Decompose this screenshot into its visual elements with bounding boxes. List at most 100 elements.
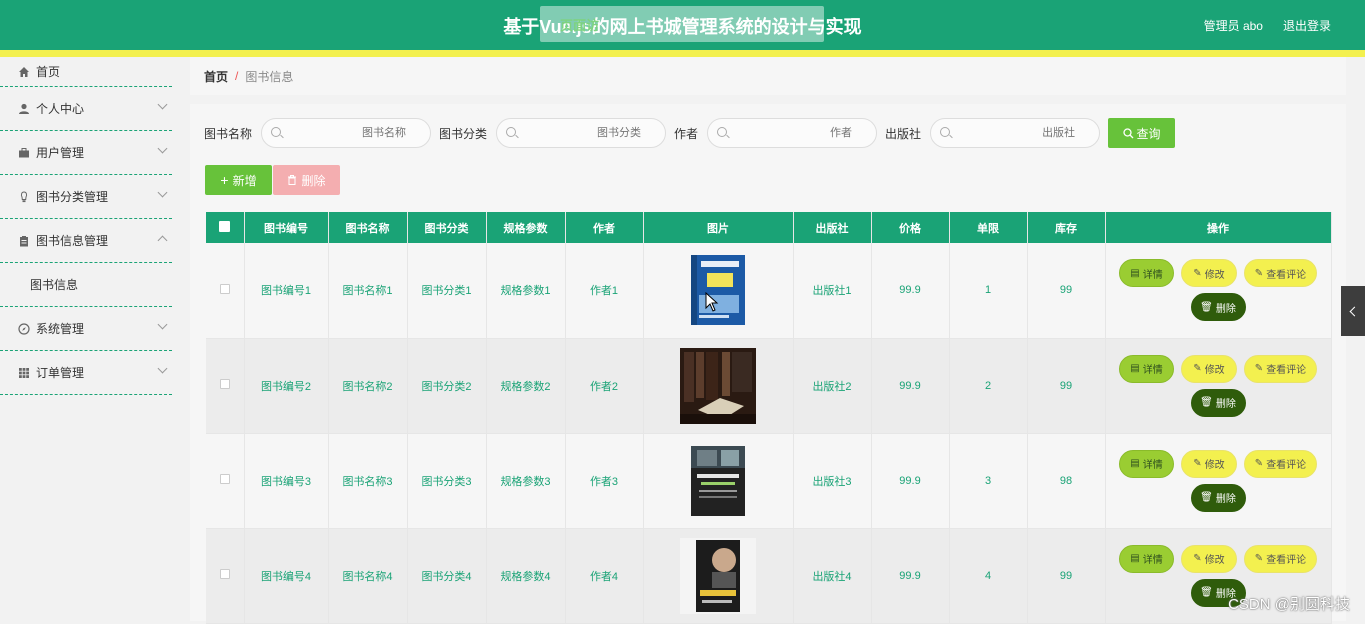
category-input[interactable]	[521, 119, 642, 147]
publisher-search-field[interactable]	[930, 118, 1101, 148]
table-row: 图书编号3 图书名称3 图书分类3 规格参数3 作者3 出版社3 99.9 3 …	[206, 433, 1332, 529]
cell-spec: 规格参数4	[486, 528, 566, 624]
cell-book-name: 图书名称1	[328, 243, 408, 339]
detail-button[interactable]: ▤ 详情	[1119, 449, 1174, 478]
query-button[interactable]: 查询	[1108, 118, 1176, 148]
book-cover-image[interactable]	[691, 255, 745, 326]
view-comments-label: 查看评论	[1266, 555, 1307, 566]
chevron-down-icon	[157, 143, 168, 154]
library-photo-image[interactable]	[680, 347, 756, 424]
search-icon	[506, 127, 517, 137]
select-all-header[interactable]	[206, 212, 245, 243]
search-icon	[271, 127, 282, 137]
view-comments-button[interactable]: ✎ 查看评论	[1244, 259, 1317, 288]
mouse-cursor-icon	[705, 292, 719, 312]
delete-button[interactable]: 🗑 删除	[1190, 388, 1246, 417]
edit-button[interactable]: ✎ 修改	[1181, 354, 1237, 383]
cell-book-id: 图书编号3	[244, 433, 329, 529]
column-header: 单限	[949, 212, 1028, 243]
table-header-row: 图书编号 图书名称 图书分类 规格参数 作者 图片 出版社 价格 单限 库存 操…	[206, 212, 1332, 243]
cell-stock: 99	[1027, 338, 1106, 434]
sidebar-item-category-management[interactable]: 图书分类管理	[0, 175, 172, 219]
detail-button[interactable]: ▤ 详情	[1119, 544, 1174, 573]
book-cover-image[interactable]	[680, 537, 756, 614]
sidebar-item-personal-center[interactable]: 个人中心	[0, 87, 172, 131]
sidebar-item-order-management[interactable]: 订单管理	[0, 351, 172, 395]
chevron-down-icon	[157, 187, 168, 198]
logout-link[interactable]: 退出登录	[1283, 17, 1331, 34]
category-search-field[interactable]	[496, 118, 667, 148]
sidebar-item-book-info-management[interactable]: 图书信息管理	[0, 219, 172, 263]
cell-publisher: 出版社3	[793, 433, 872, 529]
view-comments-button[interactable]: ✎ 查看评论	[1244, 354, 1317, 383]
detail-button[interactable]: ▤ 详情	[1119, 259, 1174, 288]
cell-book-name: 图书名称4	[328, 528, 408, 624]
table-row: 图书编号1 图书名称1 图书分类1 规格参数1 作者1 出版社1 99.9 1 …	[206, 243, 1332, 339]
chevron-down-icon	[157, 363, 168, 374]
query-button-label: 查询	[1136, 126, 1161, 141]
cell-author: 作者2	[565, 338, 644, 434]
briefcase-icon	[18, 147, 30, 159]
edit-button[interactable]: ✎ 修改	[1181, 544, 1237, 573]
column-header: 图片	[643, 212, 794, 243]
search-icon	[940, 127, 951, 137]
edit-button[interactable]: ✎ 修改	[1181, 259, 1237, 288]
add-button[interactable]: + 新增	[205, 165, 272, 195]
row-checkbox[interactable]	[219, 474, 230, 484]
batch-delete-button[interactable]: 删除	[273, 165, 340, 195]
table-row: 图书编号4 图书名称4 图书分类4 规格参数4 作者4 出版社4 99.9 4 …	[206, 528, 1332, 624]
book-name-search-field[interactable]	[261, 118, 432, 148]
publisher-input[interactable]	[955, 119, 1076, 147]
cell-book-name: 图书名称3	[328, 433, 408, 529]
cell-operations: ▤ 详情 ✎ 修改 ✎ 查看评论 🗑 删除	[1105, 433, 1332, 529]
cell-limit: 3	[949, 433, 1028, 529]
cell-spec: 规格参数3	[486, 433, 566, 529]
side-collapse-tab[interactable]	[1341, 286, 1365, 336]
category-label: 图书分类	[439, 126, 488, 141]
cell-book-id: 图书编号4	[244, 528, 329, 624]
breadcrumb-home[interactable]: 首页	[204, 68, 228, 85]
cell-cover	[643, 243, 794, 339]
delete-button[interactable]: 🗑 删除	[1190, 293, 1246, 322]
view-comments-button[interactable]: ✎ 查看评论	[1244, 449, 1317, 478]
column-header: 价格	[871, 212, 950, 243]
row-checkbox[interactable]	[219, 379, 230, 389]
edit-icon: ✎	[1254, 553, 1264, 564]
sidebar-item-home[interactable]: 首页	[0, 57, 172, 87]
author-search-field[interactable]	[707, 118, 878, 148]
edit-label: 修改	[1204, 555, 1225, 566]
detail-button[interactable]: ▤ 详情	[1119, 354, 1174, 383]
author-input[interactable]	[732, 119, 853, 147]
book-name-input[interactable]	[286, 119, 407, 147]
sidebar-item-user-management[interactable]: 用户管理	[0, 131, 172, 175]
select-all-checkbox[interactable]	[219, 220, 231, 232]
detail-label: 详情	[1142, 269, 1163, 281]
column-header: 图书编号	[244, 212, 329, 243]
sidebar-subitem-book-info[interactable]: 图书信息	[0, 263, 172, 307]
clipboard-icon	[18, 235, 30, 247]
row-checkbox[interactable]	[219, 283, 230, 294]
book-cover-image[interactable]	[691, 445, 745, 516]
view-comments-button[interactable]: ✎ 查看评论	[1244, 544, 1317, 573]
cell-book-id: 图书编号1	[244, 243, 329, 339]
search-icon	[1122, 127, 1134, 138]
cell-publisher: 出版社2	[793, 338, 872, 434]
edit-button[interactable]: ✎ 修改	[1181, 449, 1237, 478]
delete-button[interactable]: 🗑 删除	[1190, 483, 1246, 512]
cell-price: 99.9	[871, 338, 950, 434]
edit-icon: ✎	[1254, 458, 1264, 469]
row-checkbox[interactable]	[219, 569, 230, 579]
cell-spec: 规格参数1	[486, 243, 566, 339]
admin-user-label[interactable]: 管理员 abo	[1204, 17, 1263, 34]
cell-book-name: 图书名称2	[328, 338, 408, 434]
sidebar-item-system-management[interactable]: 系统管理	[0, 307, 172, 351]
detail-label: 详情	[1142, 460, 1163, 471]
chevron-down-icon	[157, 319, 168, 330]
page-visit-overlay-text: 页面访	[560, 18, 600, 33]
column-header: 库存	[1027, 212, 1106, 243]
main-panel: 图书名称 图书分类 作者 出版社 查询 + 新增	[190, 104, 1346, 624]
cell-author: 作者3	[565, 433, 644, 529]
sidebar-item-label: 图书分类管理	[36, 190, 109, 204]
table-row: 图书编号2 图书名称2 图书分类2 规格参数2 作者2 出版社2 99.9 2 …	[206, 338, 1332, 434]
cell-limit: 4	[949, 528, 1028, 624]
